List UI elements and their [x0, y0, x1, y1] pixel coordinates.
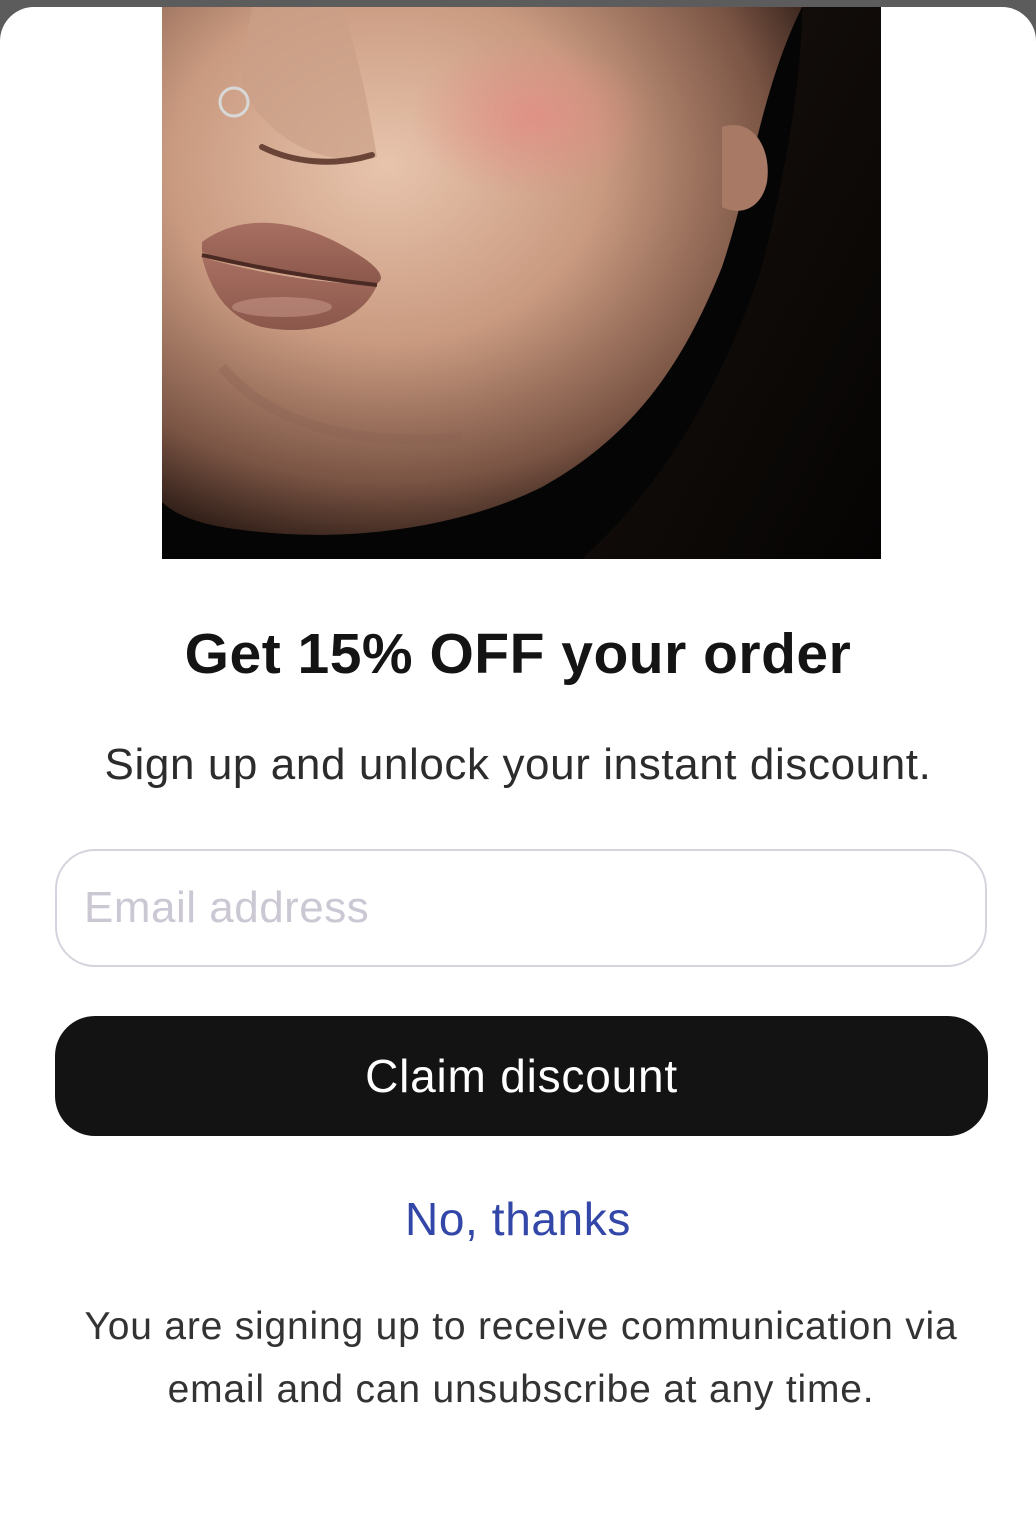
- hero-image: [162, 7, 881, 559]
- discount-signup-modal: Get 15% OFF your order Sign up and unloc…: [0, 7, 1036, 1537]
- page-title: Get 15% OFF your order: [184, 622, 852, 686]
- email-field[interactable]: [55, 849, 987, 967]
- legal-disclaimer: You are signing up to receive communicat…: [84, 1305, 958, 1411]
- dismiss-link[interactable]: No, thanks: [0, 1191, 1036, 1247]
- subtitle: Sign up and unlock your instant discount…: [104, 740, 932, 789]
- claim-discount-button[interactable]: Claim discount: [55, 1016, 988, 1136]
